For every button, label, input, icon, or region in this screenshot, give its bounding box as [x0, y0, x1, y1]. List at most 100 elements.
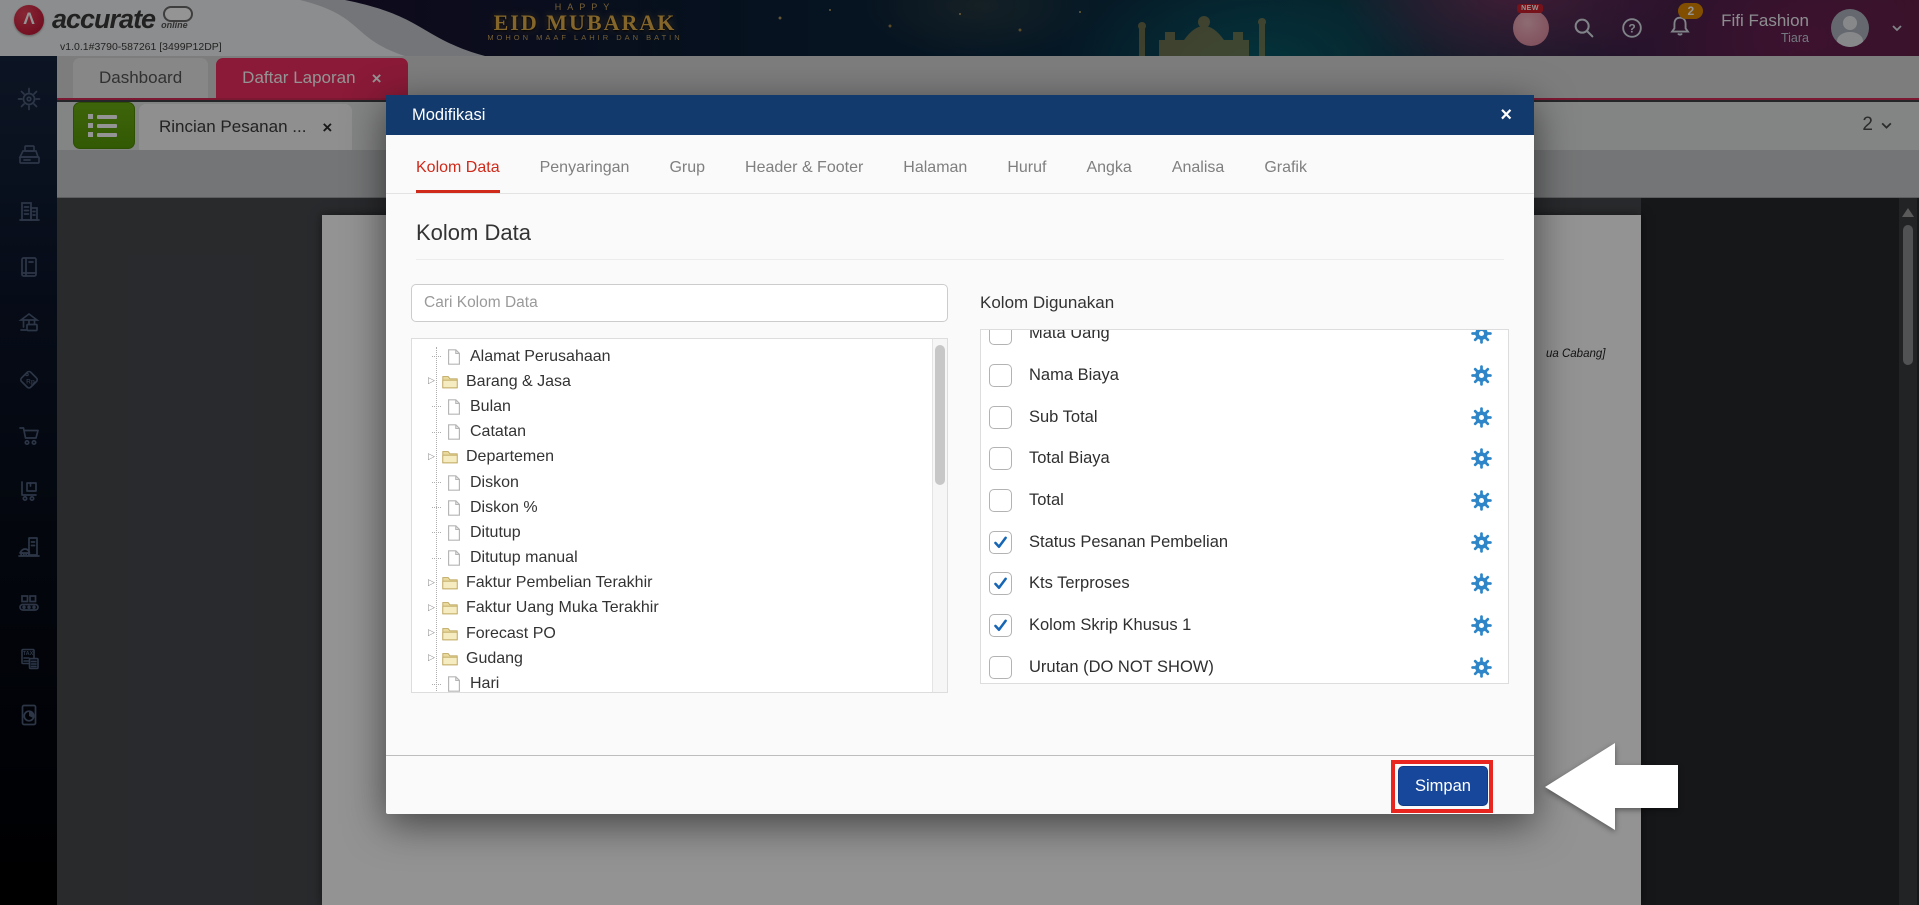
- gear-icon[interactable]: [1471, 615, 1492, 636]
- tree-item[interactable]: Catatan: [412, 420, 947, 445]
- dialog-tab-grafik[interactable]: Grafik: [1264, 159, 1307, 193]
- tree-item-label: Diskon %: [470, 498, 538, 516]
- tree-item[interactable]: Ditutup: [412, 520, 947, 545]
- gear-icon[interactable]: [1471, 532, 1492, 553]
- used-column-label: Total Biaya: [1029, 449, 1110, 468]
- page-icon: [445, 348, 463, 366]
- expand-arrow-icon[interactable]: ▷: [428, 451, 441, 462]
- checkbox[interactable]: [989, 330, 1012, 346]
- page-icon: [445, 549, 463, 567]
- used-column-row[interactable]: Nama Biaya: [981, 355, 1508, 397]
- tree-item-label: Ditutup manual: [470, 549, 578, 567]
- used-column-label: Urutan (DO NOT SHOW): [1029, 657, 1214, 676]
- checkbox[interactable]: [989, 364, 1012, 388]
- used-column-row[interactable]: Total: [981, 480, 1508, 522]
- dialog-tab-analisa[interactable]: Analisa: [1172, 159, 1224, 193]
- dialog-tab-halaman[interactable]: Halaman: [903, 159, 967, 193]
- tree-item-label: Hari: [470, 675, 500, 693]
- annotation-arrow-left-icon: [1545, 743, 1678, 830]
- tree-item[interactable]: Alamat Perusahaan: [412, 344, 947, 369]
- checkbox[interactable]: [989, 489, 1012, 513]
- folder-icon: [441, 650, 459, 668]
- dialog-tab-huruf[interactable]: Huruf: [1007, 159, 1046, 193]
- dialog-tab-grup[interactable]: Grup: [669, 159, 705, 193]
- tree-scrollbar-thumb[interactable]: [935, 345, 945, 485]
- used-column-label: Status Pesanan Pembelian: [1029, 532, 1229, 551]
- expand-arrow-icon[interactable]: ▷: [428, 375, 441, 386]
- dialog-tab-penyaringan[interactable]: Penyaringan: [540, 159, 630, 193]
- tree-item[interactable]: ▷ Forecast PO: [412, 621, 947, 646]
- gear-icon[interactable]: [1471, 365, 1492, 386]
- checkbox[interactable]: [989, 655, 1012, 679]
- folder-icon: [441, 574, 459, 592]
- tree-item[interactable]: ▷ Faktur Pembelian Terakhir: [412, 571, 947, 596]
- used-column-label: Kolom Skrip Khusus 1: [1029, 616, 1192, 635]
- checkbox-checked[interactable]: [989, 530, 1012, 554]
- page-icon: [445, 524, 463, 542]
- checkbox-checked[interactable]: [989, 572, 1012, 596]
- search-kolom-data-input[interactable]: [411, 284, 948, 322]
- used-column-row[interactable]: Sub Total: [981, 396, 1508, 438]
- checkbox[interactable]: [989, 447, 1012, 471]
- folder-icon: [441, 625, 459, 643]
- tree-item-label: Faktur Pembelian Terakhir: [466, 574, 653, 592]
- tree-item[interactable]: ▷ Faktur Uang Muka Terakhir: [412, 596, 947, 621]
- tree-item[interactable]: Diskon %: [412, 495, 947, 520]
- dialog-tab-bar: Kolom Data Penyaringan Grup Header & Foo…: [386, 135, 1534, 194]
- tree-item[interactable]: Ditutup manual: [412, 546, 947, 571]
- tree-item-label: Catatan: [470, 423, 527, 441]
- used-column-row[interactable]: Total Biaya: [981, 438, 1508, 480]
- tree-item[interactable]: ▷ Departemen: [412, 445, 947, 470]
- tree-item-label: Barang & Jasa: [466, 372, 571, 390]
- used-column-row[interactable]: Status Pesanan Pembelian: [981, 521, 1508, 563]
- folder-icon: [441, 599, 459, 617]
- expand-arrow-icon[interactable]: ▷: [428, 627, 441, 638]
- used-column-row[interactable]: Kts Terproses: [981, 563, 1508, 605]
- expand-arrow-icon[interactable]: ▷: [428, 652, 441, 663]
- used-column-row[interactable]: Kolom Skrip Khusus 1: [981, 605, 1508, 647]
- checkbox[interactable]: [989, 405, 1012, 429]
- dialog-tab-angka[interactable]: Angka: [1086, 159, 1131, 193]
- used-column-row[interactable]: Urutan (DO NOT SHOW): [981, 647, 1508, 684]
- gear-icon[interactable]: [1471, 490, 1492, 511]
- gear-icon[interactable]: [1471, 573, 1492, 594]
- tree-item[interactable]: Diskon: [412, 470, 947, 495]
- modifikasi-dialog: Modifikasi × Kolom Data Penyaringan Grup…: [386, 95, 1534, 814]
- gear-icon[interactable]: [1471, 448, 1492, 469]
- available-columns-panel: Alamat Perusahaan ▷ Barang & Jasa Bulan: [411, 338, 948, 693]
- gear-icon[interactable]: [1471, 657, 1492, 678]
- folder-icon: [441, 373, 459, 391]
- tree-item[interactable]: Hari: [412, 671, 947, 693]
- gear-icon[interactable]: [1471, 329, 1492, 344]
- page-icon: [445, 398, 463, 416]
- page-icon: [445, 423, 463, 441]
- used-column-label: Mata Uang: [1029, 329, 1110, 343]
- expand-arrow-icon[interactable]: ▷: [428, 602, 441, 613]
- dialog-close-icon[interactable]: ×: [1500, 105, 1512, 125]
- tree-item[interactable]: ▷ Gudang: [412, 646, 947, 671]
- used-column-label: Total: [1029, 491, 1064, 510]
- tree-item-label: Forecast PO: [466, 624, 556, 642]
- used-columns-list: Mata Uang Nama Biaya Sub Total Total Bia…: [981, 329, 1508, 684]
- tree-item[interactable]: Bulan: [412, 394, 947, 419]
- tree-item[interactable]: ▷ Barang & Jasa: [412, 369, 947, 394]
- used-column-label: Sub Total: [1029, 407, 1098, 426]
- accurate-online-app: Λ accurate online v1.0.1#3790-587261 [34…: [0, 0, 1919, 905]
- dialog-tab-header-footer[interactable]: Header & Footer: [745, 159, 863, 193]
- used-column-label: Kts Terproses: [1029, 574, 1130, 593]
- footer-divider: [386, 755, 1534, 756]
- used-column-label: Nama Biaya: [1029, 366, 1119, 385]
- used-columns-label: Kolom Digunakan: [980, 293, 1115, 312]
- tree-item-label: Bulan: [470, 397, 511, 415]
- tree-item-label: Alamat Perusahaan: [470, 347, 611, 365]
- tree-item-label: Diskon: [470, 473, 519, 491]
- page-icon: [445, 675, 463, 693]
- dialog-tab-kolom-data[interactable]: Kolom Data: [416, 159, 500, 193]
- expand-arrow-icon[interactable]: ▷: [428, 577, 441, 588]
- used-column-row[interactable]: Mata Uang: [981, 329, 1508, 355]
- gear-icon[interactable]: [1471, 407, 1492, 428]
- tree-scrollbar[interactable]: [932, 339, 947, 692]
- folder-icon: [441, 448, 459, 466]
- tree-item-label: Ditutup: [470, 523, 521, 541]
- checkbox-checked[interactable]: [989, 614, 1012, 638]
